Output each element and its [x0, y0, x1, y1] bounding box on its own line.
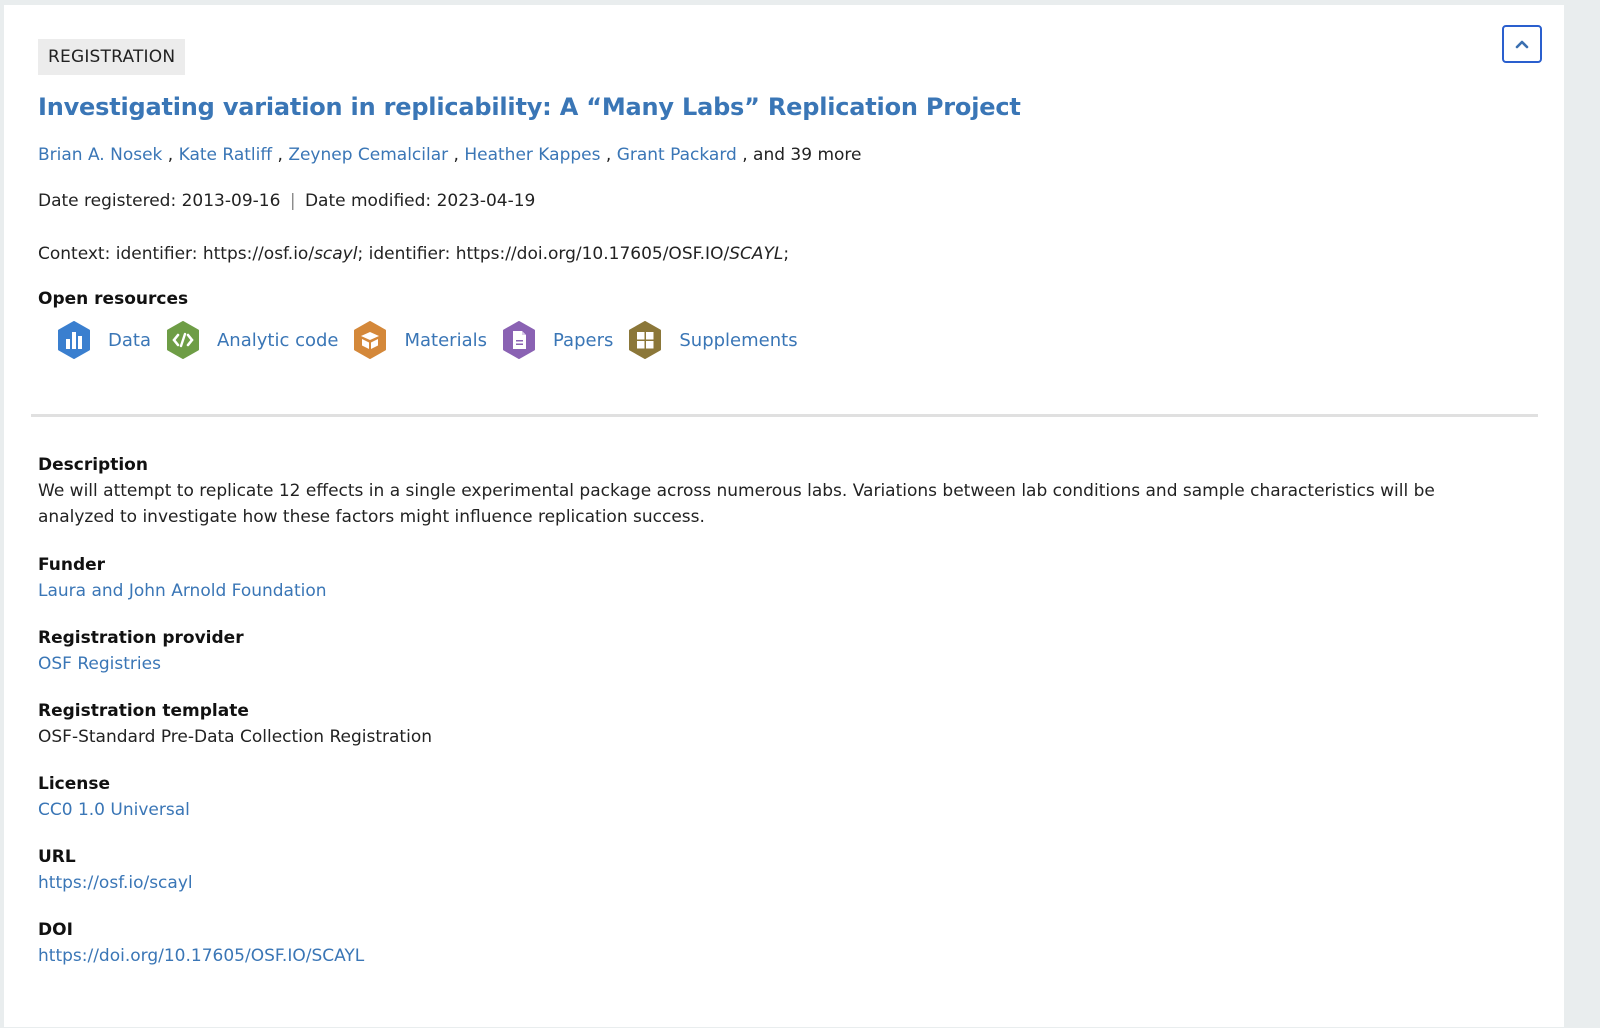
resource-label[interactable]: Materials: [404, 330, 487, 351]
open-resources-list: Data Analytic code Materials Papers Supp…: [56, 321, 812, 359]
resource-materials[interactable]: Materials: [352, 321, 487, 359]
description-field: Description We will attempt to replicate…: [38, 452, 1478, 530]
license-label: License: [38, 774, 111, 794]
author-separator: ,: [272, 145, 289, 165]
resource-supplements[interactable]: Supplements: [627, 321, 798, 359]
provider-field: Registration provider OSF Registries: [38, 625, 244, 677]
date-registered-label: Date registered:: [38, 191, 177, 211]
open-resources-heading: Open resources: [38, 289, 189, 309]
resource-data[interactable]: Data: [56, 321, 151, 359]
more-authors: , and 39 more: [742, 145, 862, 165]
author-list: Brian A. Nosek , Kate Ratliff , Zeynep C…: [38, 145, 862, 165]
author-link[interactable]: Zeynep Cemalcilar: [288, 145, 448, 165]
collapse-button[interactable]: [1502, 25, 1542, 63]
funder-link[interactable]: Laura and John Arnold Foundation: [38, 581, 327, 601]
box-icon: [354, 321, 387, 359]
doi-label: DOI: [38, 920, 73, 940]
author-separator: ,: [162, 145, 179, 165]
description-label: Description: [38, 455, 148, 475]
resource-type-badge: REGISTRATION: [38, 39, 186, 75]
date-modified-label: Date modified:: [304, 191, 432, 211]
title-link[interactable]: Investigating variation in replicability…: [38, 93, 1021, 121]
author-separator: ,: [448, 145, 465, 165]
resource-label[interactable]: Supplements: [679, 330, 797, 351]
template-value: OSF-Standard Pre-Data Collection Registr…: [38, 727, 432, 747]
resource-label[interactable]: Data: [108, 330, 151, 351]
code-icon: [166, 321, 199, 359]
resource-analytic-code[interactable]: Analytic code: [165, 321, 339, 359]
date-separator: |: [289, 191, 296, 211]
author-link[interactable]: Grant Packard: [617, 145, 737, 165]
description-text: We will attempt to replicate 12 effects …: [38, 481, 1435, 527]
context-id-osf: scayl: [314, 244, 358, 264]
provider-label: Registration provider: [38, 628, 244, 648]
doi-link[interactable]: https://doi.org/10.17605/OSF.IO/SCAYL: [38, 946, 364, 966]
author-link[interactable]: Kate Ratliff: [179, 145, 272, 165]
author-link[interactable]: Heather Kappes: [464, 145, 600, 165]
url-label: URL: [38, 847, 76, 867]
provider-link[interactable]: OSF Registries: [38, 654, 161, 674]
doi-field: DOI https://doi.org/10.17605/OSF.IO/SCAY…: [38, 917, 364, 969]
license-link[interactable]: CC0 1.0 Universal: [38, 800, 190, 820]
template-label: Registration template: [38, 701, 249, 721]
resource-label[interactable]: Papers: [553, 330, 613, 351]
context-middle: ; identifier: https://doi.org/10.17605/O…: [357, 244, 730, 264]
date-registered: 2013-09-16: [181, 191, 281, 211]
bar-chart-icon: [58, 321, 90, 359]
license-field: License CC0 1.0 Universal: [38, 771, 190, 823]
funder-label: Funder: [38, 555, 106, 575]
registration-title[interactable]: Investigating variation in replicability…: [38, 93, 1021, 121]
document-icon: [503, 321, 535, 359]
context-identifiers: Context: identifier: https://osf.io/scay…: [38, 244, 789, 264]
funder-field: Funder Laura and John Arnold Foundation: [38, 552, 327, 604]
chevron-up-icon: [1515, 40, 1529, 49]
context-prefix: Context: identifier: https://osf.io/: [38, 244, 315, 264]
resource-label[interactable]: Analytic code: [217, 330, 339, 351]
section-divider: [31, 414, 1538, 417]
url-link[interactable]: https://osf.io/scayl: [38, 873, 193, 893]
template-field: Registration template OSF-Standard Pre-D…: [38, 698, 432, 750]
context-id-doi: SCAYL: [729, 244, 784, 264]
registration-card: REGISTRATION Investigating variation in …: [4, 5, 1564, 1027]
date-modified: 2023-04-19: [436, 191, 536, 211]
author-separator: ,: [600, 145, 617, 165]
context-suffix: ;: [783, 244, 790, 264]
date-info: Date registered: 2013-09-16 | Date modif…: [38, 191, 535, 211]
resource-papers[interactable]: Papers: [501, 321, 613, 359]
grid-icon: [629, 321, 662, 359]
url-field: URL https://osf.io/scayl: [38, 844, 193, 896]
author-link[interactable]: Brian A. Nosek: [38, 145, 162, 165]
